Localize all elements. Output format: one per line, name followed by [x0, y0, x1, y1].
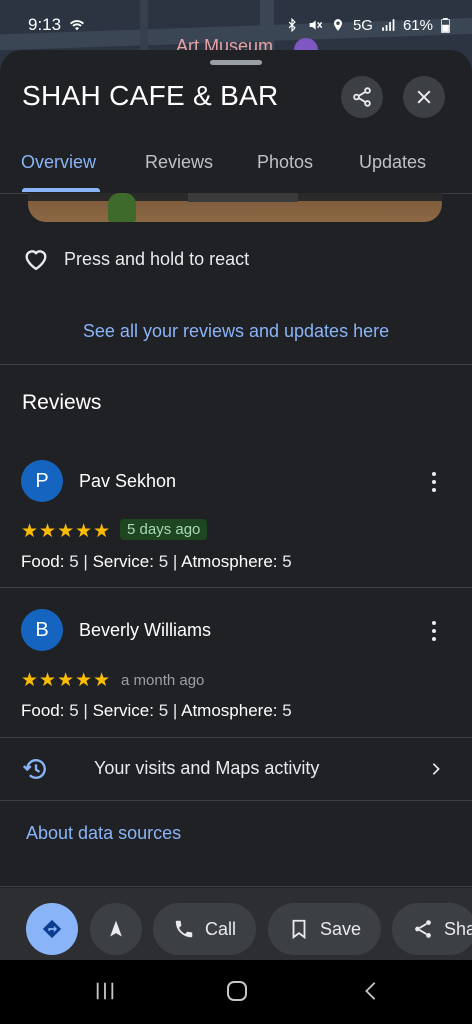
close-button[interactable] — [403, 76, 445, 118]
bookmark-icon — [292, 919, 306, 940]
maps-activity-label: Your visits and Maps activity — [94, 758, 320, 778]
divider — [0, 364, 472, 365]
avatar[interactable]: B — [21, 609, 63, 651]
share-label: Sha — [444, 918, 472, 939]
close-icon — [417, 90, 431, 104]
reviewer-name[interactable]: Pav Sekhon — [79, 471, 176, 492]
react-button[interactable]: Press and hold to react — [22, 245, 249, 273]
reviewer-name[interactable]: Beverly Williams — [79, 620, 211, 641]
review-time: a month ago — [121, 672, 205, 689]
action-bar: Call Save Sha — [0, 888, 472, 960]
heart-icon — [25, 250, 47, 271]
react-label: Press and hold to react — [64, 248, 250, 269]
avatar[interactable]: P — [21, 460, 63, 502]
place-photo[interactable] — [28, 193, 442, 222]
drag-handle[interactable] — [210, 60, 262, 65]
call-button[interactable]: Call — [153, 903, 257, 955]
share-button[interactable] — [341, 76, 383, 118]
tab-bar: Overview Reviews Photos Updates — [0, 142, 472, 194]
status-bar: 9:13 5G 61% — [0, 0, 472, 50]
star-rating: ★★★★★ — [21, 670, 112, 691]
place-sheet: SHAH CAFE & BAR Overview Reviews Photos … — [0, 50, 472, 960]
divider — [0, 800, 472, 801]
signal-icon — [382, 19, 395, 31]
reviews-heading: Reviews — [22, 391, 102, 414]
more-options-button[interactable] — [424, 470, 444, 494]
save-label: Save — [320, 918, 362, 939]
sub-ratings: Food: 5 | Service: 5 | Atmosphere: 5 — [21, 552, 292, 571]
location-icon — [333, 19, 343, 31]
tab-photos[interactable]: Photos — [257, 152, 313, 173]
directions-button[interactable] — [26, 903, 78, 955]
directions-icon — [42, 919, 62, 939]
tab-reviews[interactable]: Reviews — [145, 152, 213, 173]
call-label: Call — [205, 918, 237, 939]
sub-ratings: Food: 5 | Service: 5 | Atmosphere: 5 — [21, 701, 292, 720]
divider — [0, 587, 472, 588]
more-options-button[interactable] — [424, 619, 444, 643]
start-navigation-button[interactable] — [90, 903, 142, 955]
wifi-icon — [70, 20, 85, 31]
save-button[interactable]: Save — [268, 903, 382, 955]
tab-overview[interactable]: Overview — [21, 152, 96, 173]
chevron-right-icon — [432, 763, 440, 775]
mute-icon — [309, 20, 323, 30]
history-icon — [22, 759, 46, 779]
tab-updates[interactable]: Updates — [359, 152, 426, 173]
star-rating: ★★★★★ — [21, 521, 112, 542]
home-icon[interactable] — [225, 979, 249, 1003]
battery-icon — [441, 17, 450, 33]
navigation-arrow-icon — [110, 920, 122, 937]
network-type: 5G — [352, 16, 373, 34]
bluetooth-icon — [288, 17, 296, 33]
see-all-reviews-link[interactable]: See all your reviews and updates here — [0, 321, 472, 342]
active-tab-indicator — [22, 188, 100, 192]
share-icon — [353, 87, 371, 107]
share-place-button[interactable]: Sha — [392, 903, 472, 955]
recent-apps-icon[interactable] — [94, 980, 116, 1002]
system-nav-bar — [0, 960, 472, 1024]
place-title: SHAH CAFE & BAR — [22, 80, 279, 111]
review-time-badge: 5 days ago — [120, 519, 208, 540]
maps-activity-row[interactable]: Your visits and Maps activity — [0, 738, 472, 800]
divider — [0, 886, 472, 887]
battery-percent: 61% — [402, 16, 433, 34]
about-data-sources-link[interactable]: About data sources — [26, 823, 181, 844]
phone-icon — [175, 920, 193, 938]
share-icon — [415, 920, 431, 938]
back-icon[interactable] — [360, 979, 382, 1003]
status-time: 9:13 — [28, 15, 62, 34]
